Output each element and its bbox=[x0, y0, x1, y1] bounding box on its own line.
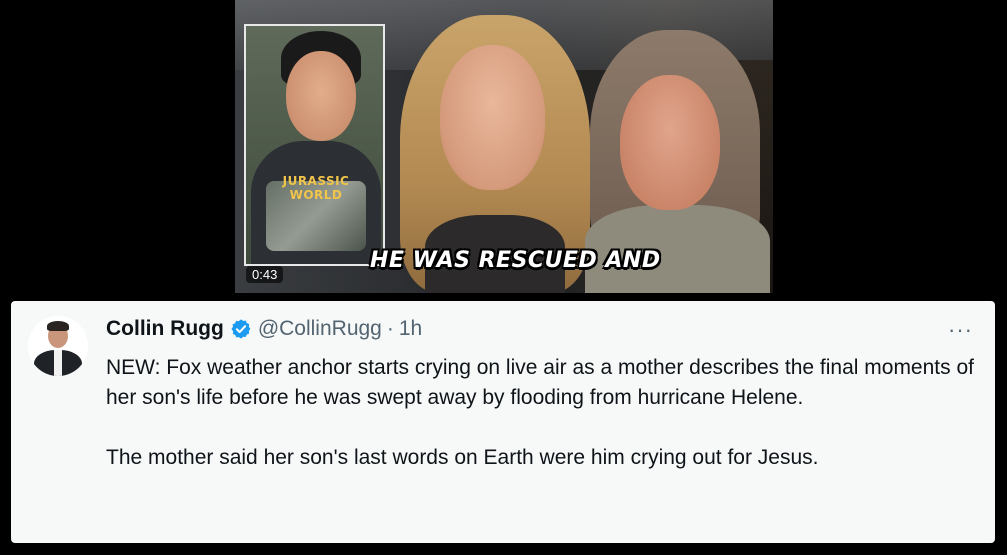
tweet-paragraph: NEW: Fox weather anchor starts crying on… bbox=[106, 356, 974, 409]
tweet-text: NEW: Fox weather anchor starts crying on… bbox=[106, 353, 981, 473]
video-timestamp: 0:43 bbox=[246, 266, 284, 283]
more-options-icon[interactable]: ··· bbox=[948, 317, 973, 343]
video-player[interactable]: JURASSIC WORLD HE WAS RESCUED AND 0:43 bbox=[235, 0, 773, 293]
video-inset-photo: JURASSIC WORLD bbox=[244, 24, 385, 266]
tweet-time[interactable]: 1h bbox=[399, 317, 422, 341]
header-separator: · bbox=[386, 317, 394, 340]
tweet-paragraph: The mother said her son's last words on … bbox=[106, 446, 819, 469]
author-handle[interactable]: @CollinRugg bbox=[258, 317, 382, 341]
inset-shirt-text: JURASSIC WORLD bbox=[282, 174, 350, 202]
video-caption: HE WAS RESCUED AND bbox=[370, 248, 661, 273]
avatar[interactable] bbox=[28, 316, 88, 376]
tweet-card[interactable]: Collin Rugg @CollinRugg · 1h ··· NEW: Fo… bbox=[11, 301, 995, 543]
author-name[interactable]: Collin Rugg bbox=[106, 317, 224, 341]
verified-badge-icon bbox=[231, 319, 251, 339]
tweet-header: Collin Rugg @CollinRugg · 1h bbox=[106, 317, 422, 341]
